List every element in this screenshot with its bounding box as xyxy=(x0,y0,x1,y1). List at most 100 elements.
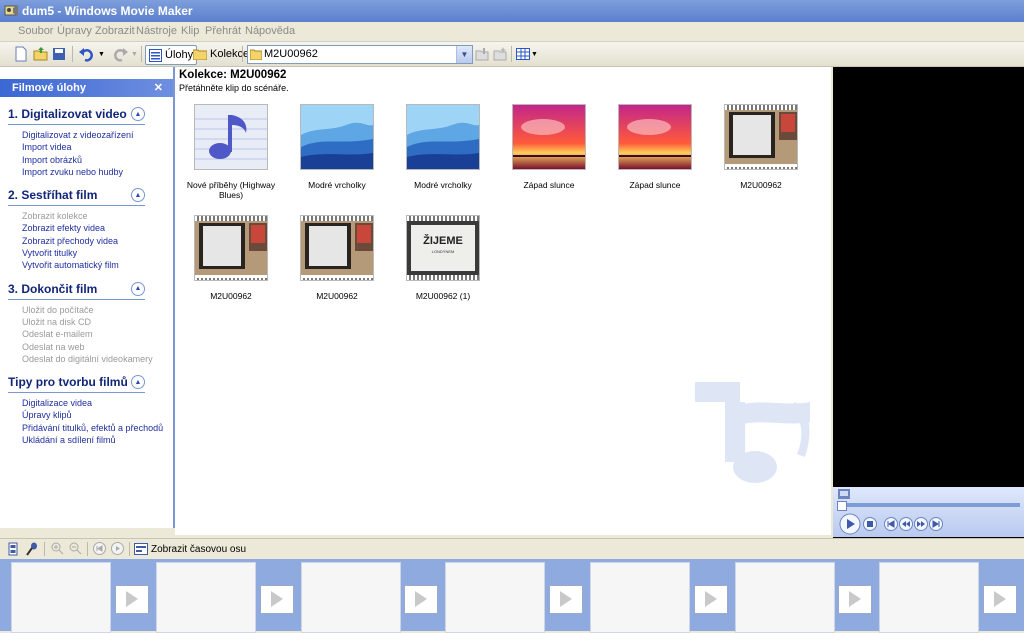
undo-icon[interactable] xyxy=(79,45,95,63)
window-title: dum5 - Windows Movie Maker xyxy=(22,4,193,18)
playback-controls xyxy=(833,487,1024,537)
section-title[interactable]: 1. Digitalizovat video ▲ xyxy=(0,107,173,123)
menu-play[interactable]: Přehrát xyxy=(205,25,241,37)
menu-tools[interactable]: Nástroje xyxy=(136,25,177,37)
close-icon[interactable]: ✕ xyxy=(154,81,163,94)
storyboard-clip-slot[interactable] xyxy=(879,562,979,633)
screen-icon[interactable] xyxy=(838,489,850,499)
rewind-storyboard-icon[interactable] xyxy=(93,542,106,555)
timeline-icon xyxy=(134,543,148,555)
task-link: Odeslat e-mailem xyxy=(22,329,93,340)
chevron-down-icon[interactable]: ▼ xyxy=(456,46,472,63)
task-link[interactable]: Digitalizace videa xyxy=(0,397,173,409)
section-title[interactable]: 2. Sestříhat film ▲ xyxy=(0,188,173,204)
collections-button[interactable]: Kolekce xyxy=(193,45,249,63)
storyboard-clip-slot[interactable] xyxy=(445,562,545,633)
next-frame-icon[interactable] xyxy=(929,517,943,531)
views-icon[interactable]: ▼ xyxy=(516,45,538,63)
section-tips: Tipy pro tvorbu filmů ▲ Digitalizace vide… xyxy=(0,375,173,446)
clip-item[interactable]: Západ slunce xyxy=(605,104,705,190)
rewind-icon[interactable] xyxy=(899,517,913,531)
section-finish: 3. Dokončit film ▲ Uložit do počítače Ulo… xyxy=(0,281,173,365)
section-title[interactable]: 3. Dokončit film ▲ xyxy=(0,281,173,298)
video-thumbnail xyxy=(724,104,798,170)
clip-label: M2U00962 xyxy=(210,291,252,301)
open-project-icon[interactable] xyxy=(33,45,49,63)
transition-slot[interactable] xyxy=(983,585,1017,614)
undo-dropdown-icon[interactable]: ▼ xyxy=(98,45,105,63)
task-link: Uložit na disk CD xyxy=(22,316,92,327)
storyboard-clip-slot[interactable] xyxy=(156,562,256,633)
up-level-icon[interactable] xyxy=(475,45,489,63)
storyboard-clip-slot[interactable] xyxy=(301,562,401,633)
new-project-icon[interactable] xyxy=(14,45,28,63)
menu-help[interactable]: Nápověda xyxy=(245,25,295,37)
menu-view[interactable]: Zobrazit xyxy=(95,25,135,37)
storyboard-icon[interactable] xyxy=(8,542,18,556)
collapse-icon[interactable]: ▲ xyxy=(131,375,145,390)
play-storyboard-icon[interactable] xyxy=(111,542,124,555)
forward-icon[interactable] xyxy=(914,517,928,531)
task-link[interactable]: Digitalizovat z videozařízení xyxy=(0,129,173,141)
clip-item[interactable]: Modré vrcholky xyxy=(287,104,387,190)
task-link[interactable]: Zobrazit efekty videa xyxy=(0,222,173,234)
previous-frame-icon[interactable] xyxy=(884,517,898,531)
collapse-icon[interactable]: ▲ xyxy=(131,188,145,203)
section-title[interactable]: Tipy pro tvorbu filmů ▲ xyxy=(0,375,173,391)
task-link[interactable]: Vytvořit automatický film xyxy=(0,259,173,271)
storyboard-clip-slot[interactable] xyxy=(735,562,835,633)
task-link: Zobrazit kolekce xyxy=(22,211,88,222)
microphone-icon[interactable] xyxy=(26,542,38,556)
task-link[interactable]: Zobrazit přechody videa xyxy=(0,235,173,247)
transition-slot[interactable] xyxy=(115,585,149,614)
clip-item[interactable]: Západ slunce xyxy=(499,104,599,190)
collapse-icon[interactable]: ▲ xyxy=(131,281,145,296)
menu-clip[interactable]: Klip xyxy=(181,25,199,37)
save-icon[interactable] xyxy=(52,45,66,63)
transition-slot[interactable] xyxy=(260,585,294,614)
transition-slot[interactable] xyxy=(404,585,438,614)
play-icon[interactable] xyxy=(839,513,861,535)
new-collection-icon[interactable] xyxy=(493,45,507,63)
seek-handle[interactable] xyxy=(837,501,847,511)
storyboard xyxy=(0,559,1024,633)
clip-item[interactable]: M2U00962 xyxy=(287,215,387,301)
menu-bar: Soubor Úpravy Zobrazit Nástroje Klip Pře… xyxy=(0,22,1024,42)
tasks-label: Úlohy xyxy=(165,49,194,61)
transition-slot[interactable] xyxy=(549,585,583,614)
task-link[interactable]: Import videa xyxy=(0,141,173,153)
storyboard-clip-slot[interactable] xyxy=(590,562,690,633)
task-link[interactable]: Import obrázků xyxy=(0,154,173,166)
task-link[interactable]: Vytvořit titulky xyxy=(0,247,173,259)
collapse-icon[interactable]: ▲ xyxy=(131,107,145,121)
clip-item[interactable]: Nové příběhy (Highway Blues) xyxy=(181,104,281,200)
clip-label: M2U00962 (1) xyxy=(415,291,471,301)
task-link[interactable]: Přidávání titulků, efektů a přechodů xyxy=(0,422,173,434)
clip-item[interactable]: ŽIJEME LONDÝNEM M2U00962 (1) xyxy=(393,215,493,301)
seek-bar[interactable] xyxy=(837,503,1020,507)
zoom-in-icon[interactable] xyxy=(51,542,64,555)
redo-dropdown-icon[interactable]: ▼ xyxy=(131,45,138,63)
transition-slot[interactable] xyxy=(694,585,728,614)
collection-select-value: M2U00962 xyxy=(264,48,318,60)
clip-label: M2U00962 xyxy=(316,291,358,301)
show-timeline-button[interactable]: Zobrazit časovou osu xyxy=(134,541,246,557)
clip-item[interactable]: M2U00962 xyxy=(181,215,281,301)
task-link[interactable]: Import zvuku nebo hudby xyxy=(0,166,173,178)
task-link[interactable]: Ukládání a sdílení filmů xyxy=(0,434,173,446)
clip-item[interactable]: Modré vrcholky xyxy=(393,104,493,190)
tasks-button[interactable]: Úlohy xyxy=(145,45,198,65)
storyboard-clip-slot[interactable] xyxy=(11,562,111,633)
task-link[interactable]: Úpravy klipů xyxy=(0,409,173,421)
clip-label: Modré vrcholky xyxy=(308,180,366,190)
collection-select[interactable]: M2U00962 ▼ xyxy=(247,45,473,64)
menu-edit[interactable]: Úpravy xyxy=(57,25,92,37)
movie-maker-watermark-icon xyxy=(695,382,810,483)
zoom-out-icon[interactable] xyxy=(69,542,82,555)
redo-icon[interactable] xyxy=(112,45,128,63)
menu-file[interactable]: Soubor xyxy=(18,25,53,37)
stop-icon[interactable] xyxy=(863,517,877,531)
preview-monitor xyxy=(833,67,1024,538)
clip-item[interactable]: M2U00962 xyxy=(711,104,811,190)
transition-slot[interactable] xyxy=(838,585,872,614)
